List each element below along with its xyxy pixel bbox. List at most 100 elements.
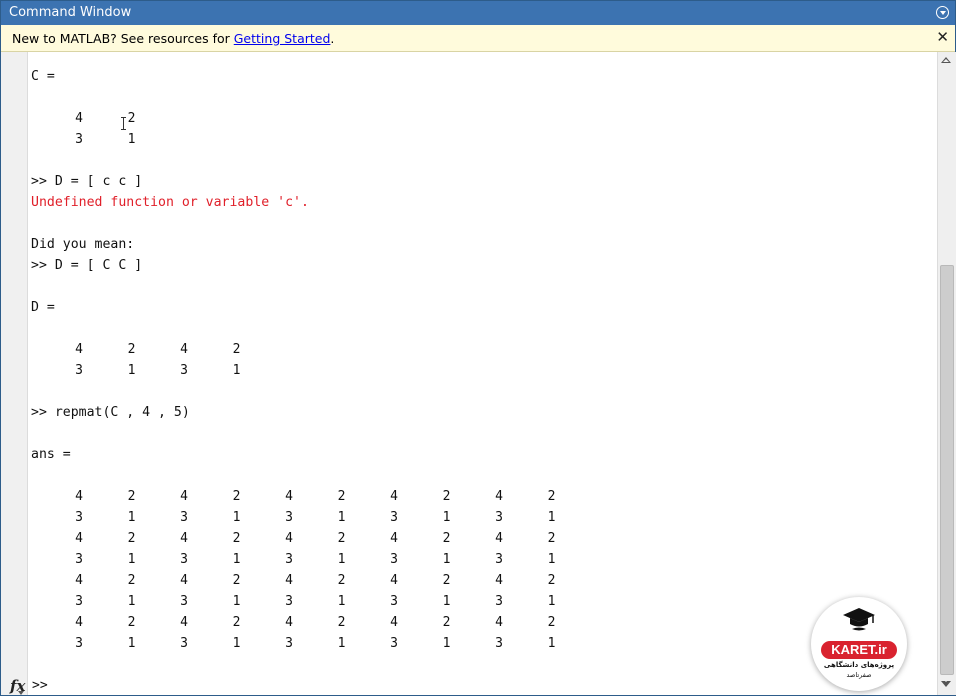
matrix-cell: 4 <box>75 531 83 546</box>
matrix-cell: 2 <box>547 615 556 630</box>
matrix-cell: 1 <box>232 363 241 378</box>
vertical-scrollbar[interactable] <box>937 52 956 695</box>
left-gutter <box>1 52 28 695</box>
logo-tagline-2: صفرتاصد <box>846 671 872 679</box>
matrix-cell: 1 <box>337 552 346 567</box>
matrix-cell: 2 <box>232 489 241 504</box>
matrix-cell: 1 <box>337 594 346 609</box>
matrix-cell: 1 <box>232 594 241 609</box>
matrix-cell: 2 <box>127 531 136 546</box>
matrix-cell: 4 <box>495 489 503 504</box>
matrix-cell: 2 <box>547 573 556 588</box>
scroll-up-icon[interactable] <box>941 57 951 63</box>
matrix-cell: 4 <box>180 531 188 546</box>
matrix-cell: 1 <box>127 594 136 609</box>
matrix-cell: 4 <box>285 531 293 546</box>
matrix-cell: 3 <box>180 510 188 525</box>
matrix-cell: 4 <box>75 489 83 504</box>
matrix-cell: 1 <box>127 363 136 378</box>
matrix-cell: 1 <box>127 552 136 567</box>
matrix-cell: 1 <box>232 510 241 525</box>
matrix-cell: 3 <box>180 363 188 378</box>
console-line: Did you mean: <box>31 237 135 252</box>
matrix-cell: 4 <box>180 489 188 504</box>
scroll-down-icon[interactable] <box>941 679 951 687</box>
matrix-cell: 3 <box>285 636 293 651</box>
matrix-cell: 4 <box>180 615 188 630</box>
matrix-cell: 3 <box>495 510 503 525</box>
matrix-cell: 2 <box>442 573 451 588</box>
logo-name: KARET.ir <box>821 641 897 659</box>
matrix-cell: 1 <box>547 510 556 525</box>
console-command: >> repmat(C , 4 , 5) <box>31 405 190 420</box>
matrix-cell: 4 <box>285 489 293 504</box>
command-prompt[interactable]: >> <box>32 678 48 693</box>
matrix-cell: 4 <box>390 531 398 546</box>
matrix-cell: 3 <box>180 552 188 567</box>
matrix-cell: 1 <box>232 552 241 567</box>
matrix-cell: 1 <box>337 636 346 651</box>
matrix-cell: 3 <box>180 594 188 609</box>
close-icon[interactable]: ✕ <box>936 28 949 46</box>
matrix-cell: 3 <box>495 552 503 567</box>
matrix-cell: 4 <box>390 489 398 504</box>
matrix-cell: 2 <box>127 342 136 357</box>
graduation-cap-icon <box>843 608 875 631</box>
matrix-cell: 3 <box>495 636 503 651</box>
matrix-cell: 2 <box>127 573 136 588</box>
matrix-cell: 3 <box>75 594 83 609</box>
info-message: New to MATLAB? See resources for Getting… <box>12 31 334 46</box>
matrix-cell: 4 <box>180 573 188 588</box>
matrix-cell: 3 <box>180 636 188 651</box>
window-title: Command Window <box>9 5 132 20</box>
chevron-down-icon[interactable] <box>18 691 24 695</box>
matrix-cell: 3 <box>75 510 83 525</box>
matrix-cell: 3 <box>285 552 293 567</box>
info-bar: New to MATLAB? See resources for Getting… <box>1 25 955 52</box>
suggested-command[interactable]: >> D = [ C C ] <box>31 256 142 276</box>
matrix-cell: 1 <box>442 636 451 651</box>
matrix-cell: 4 <box>285 573 293 588</box>
matrix-cell: 2 <box>337 489 346 504</box>
matrix-cell: 2 <box>232 531 241 546</box>
matrix-cell: 4 <box>75 573 83 588</box>
matrix-cell: 3 <box>75 636 83 651</box>
matrix-cell: 3 <box>390 636 398 651</box>
matrix-cell: 2 <box>127 615 136 630</box>
matrix-cell: 2 <box>232 615 241 630</box>
matrix-cell: 1 <box>547 594 556 609</box>
getting-started-link[interactable]: Getting Started <box>234 31 331 46</box>
command-window: Command Window New to MATLAB? See resour… <box>0 0 956 696</box>
console-line: C = <box>31 69 55 84</box>
console-line: D = <box>31 300 55 315</box>
scrollbar-thumb[interactable] <box>940 265 954 675</box>
matrix-cell: 4 <box>75 111 83 126</box>
matrix-cell: 1 <box>232 636 241 651</box>
matrix-cell: 2 <box>442 531 451 546</box>
matrix-cell: 4 <box>180 342 188 357</box>
matrix-cell: 1 <box>442 594 451 609</box>
matrix-cell: 3 <box>285 510 293 525</box>
matrix-cell: 2 <box>232 342 241 357</box>
info-text: New to MATLAB? See resources for <box>12 31 234 46</box>
matrix-cell: 4 <box>495 531 503 546</box>
console-output[interactable]: C = 4 2 3 1 >> D = [ c c ] Undefined functi… <box>31 61 931 681</box>
matrix-cell: 2 <box>337 615 346 630</box>
logo-tagline: پروژه‌های دانشگاهی <box>823 661 895 669</box>
matrix-cell: 4 <box>75 342 83 357</box>
matrix-cell: 3 <box>390 510 398 525</box>
matrix-cell: 4 <box>75 615 83 630</box>
matrix-cell: 2 <box>442 489 451 504</box>
matrix-cell: 1 <box>442 552 451 567</box>
matrix-cell: 2 <box>547 531 556 546</box>
matrix-cell: 1 <box>127 636 136 651</box>
matrix-cell: 1 <box>127 510 136 525</box>
matrix-cell: 4 <box>390 615 398 630</box>
matrix-cell: 1 <box>337 510 346 525</box>
title-bar: Command Window <box>1 1 955 25</box>
error-message: Undefined function or variable 'c'. <box>31 195 309 210</box>
matrix-cell: 2 <box>442 615 451 630</box>
matrix-cell: 3 <box>75 363 83 378</box>
matrix-cell: 3 <box>285 594 293 609</box>
chevron-down-circle-icon[interactable] <box>936 6 949 19</box>
